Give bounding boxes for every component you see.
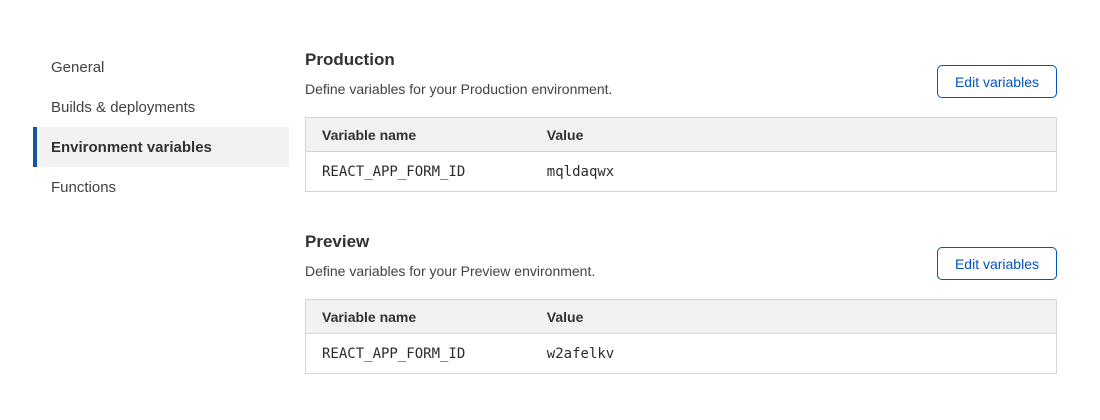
preview-title: Preview (305, 232, 595, 252)
preview-section-header: Preview Define variables for your Previe… (305, 229, 1057, 278)
environment-variables-content: Production Define variables for your Pro… (305, 47, 1057, 374)
value-column-header: Value (531, 300, 1057, 334)
variable-value-cell: w2afelkv (531, 334, 1057, 374)
table-header-row: Variable name Value (306, 300, 1057, 334)
variable-name-column-header: Variable name (306, 118, 531, 152)
production-edit-variables-button[interactable]: Edit variables (937, 65, 1057, 98)
production-title: Production (305, 50, 612, 70)
preview-edit-variables-button[interactable]: Edit variables (937, 247, 1057, 280)
settings-sidebar: General Builds & deployments Environment… (33, 47, 289, 374)
sidebar-item-general[interactable]: General (33, 47, 289, 87)
preview-section: Preview Define variables for your Previe… (305, 229, 1057, 374)
sidebar-item-builds-deployments[interactable]: Builds & deployments (33, 87, 289, 127)
preview-variables-table: Variable name Value REACT_APP_FORM_ID w2… (305, 299, 1057, 374)
production-section-header: Production Define variables for your Pro… (305, 47, 1057, 96)
settings-page: General Builds & deployments Environment… (0, 0, 1100, 374)
sidebar-item-functions[interactable]: Functions (33, 167, 289, 207)
table-header-row: Variable name Value (306, 118, 1057, 152)
table-row: REACT_APP_FORM_ID mqldaqwx (306, 152, 1057, 192)
production-section: Production Define variables for your Pro… (305, 47, 1057, 192)
variable-name-cell: REACT_APP_FORM_ID (306, 152, 531, 192)
production-section-text: Production Define variables for your Pro… (305, 47, 612, 96)
variable-name-cell: REACT_APP_FORM_ID (306, 334, 531, 374)
value-column-header: Value (531, 118, 1057, 152)
sidebar-item-label: General (51, 59, 104, 76)
production-variables-table: Variable name Value REACT_APP_FORM_ID mq… (305, 117, 1057, 192)
sidebar-item-label: Environment variables (51, 139, 212, 156)
variable-value-cell: mqldaqwx (531, 152, 1057, 192)
sidebar-item-label: Builds & deployments (51, 99, 195, 116)
preview-section-text: Preview Define variables for your Previe… (305, 229, 595, 278)
sidebar-item-label: Functions (51, 179, 116, 196)
sidebar-item-environment-variables[interactable]: Environment variables (33, 127, 289, 167)
variable-name-column-header: Variable name (306, 300, 531, 334)
table-row: REACT_APP_FORM_ID w2afelkv (306, 334, 1057, 374)
production-description: Define variables for your Production env… (305, 82, 612, 96)
preview-description: Define variables for your Preview enviro… (305, 264, 595, 278)
